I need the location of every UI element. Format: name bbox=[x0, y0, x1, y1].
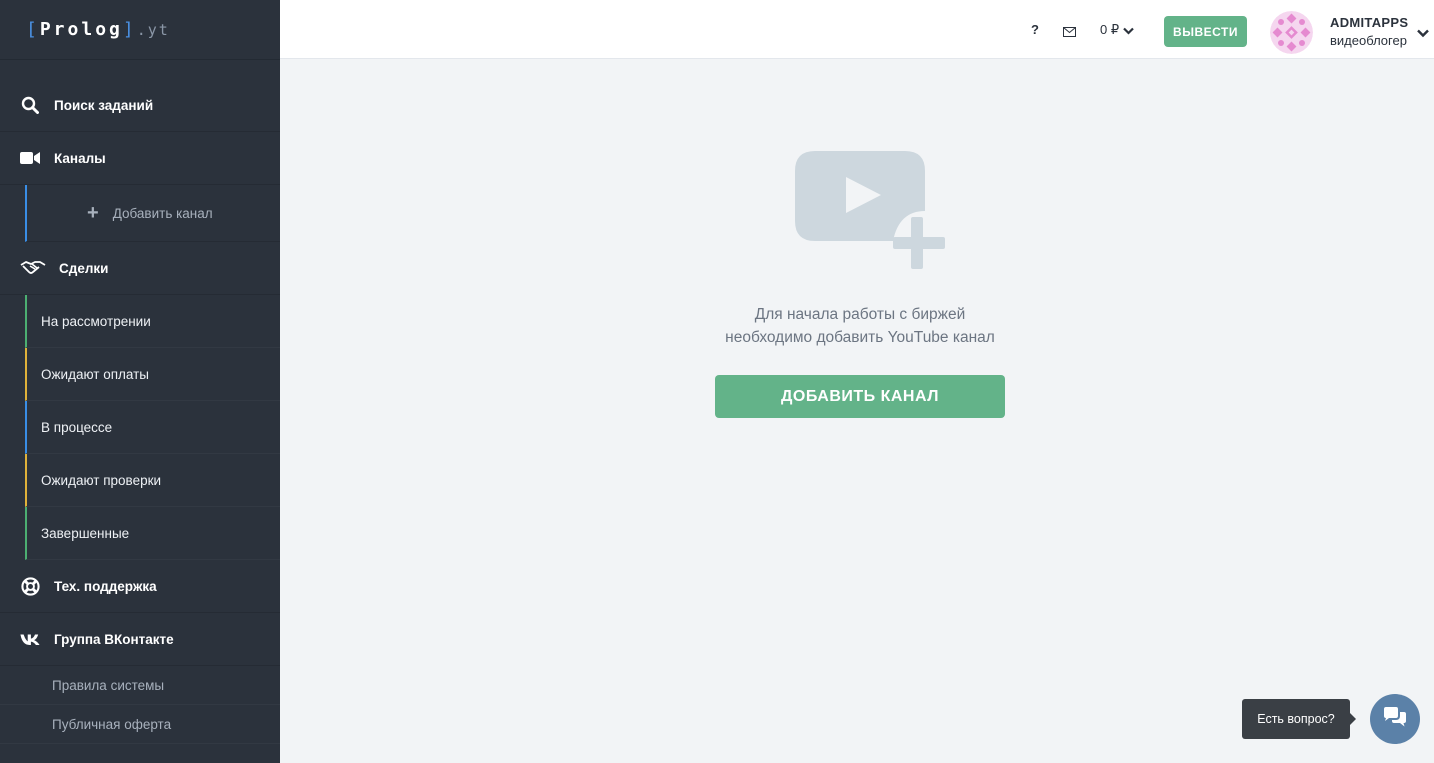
deal-status-in-review[interactable]: На рассмотрении bbox=[25, 295, 280, 348]
sidebar-item-label: Поиск заданий bbox=[54, 97, 154, 113]
chevron-down-icon[interactable] bbox=[1417, 25, 1429, 43]
sidebar-item-label: Каналы bbox=[54, 150, 106, 166]
footer-link-rules[interactable]: Правила системы bbox=[0, 666, 280, 705]
empty-state-message: Для начала работы с биржей необходимо до… bbox=[660, 303, 1060, 349]
message-line-1: Для начала работы с биржей bbox=[754, 306, 966, 323]
balance-value: 0 ₽ bbox=[1100, 22, 1120, 37]
logo-suffix: .yt bbox=[136, 20, 170, 39]
sidebar-item-support[interactable]: Тех. поддержка bbox=[0, 560, 280, 613]
deal-status-label: Завершенные bbox=[41, 525, 130, 541]
sidebar: [Prolog] .yt Поиск заданий Каналы + Добав… bbox=[0, 0, 280, 763]
deal-status-label: На рассмотрении bbox=[41, 313, 151, 329]
logo-bracket-close: ] bbox=[122, 19, 137, 40]
deal-status-awaiting-review[interactable]: Ожидают проверки bbox=[25, 454, 280, 507]
add-video-icon bbox=[795, 151, 947, 276]
deal-status-in-progress[interactable]: В процессе bbox=[25, 401, 280, 454]
avatar[interactable] bbox=[1270, 11, 1313, 54]
deal-status-completed[interactable]: Завершенные bbox=[25, 507, 280, 560]
sidebar-item-label: Сделки bbox=[59, 260, 109, 276]
vk-icon bbox=[20, 629, 40, 649]
plus-icon: + bbox=[87, 201, 99, 224]
deal-status-label: Ожидают оплаты bbox=[41, 366, 150, 382]
logo[interactable]: [Prolog] .yt bbox=[0, 0, 280, 59]
help-button[interactable]: ? bbox=[1031, 22, 1039, 37]
sidebar-nav: Поиск заданий Каналы + Добавить канал Сд… bbox=[0, 79, 280, 744]
handshake-icon bbox=[20, 258, 46, 278]
logo-word: Prolog bbox=[39, 19, 123, 40]
top-header: ? 0 ₽ ВЫВЕСТИ ADMITAPPS видеоблогер bbox=[280, 0, 1434, 59]
withdraw-button[interactable]: ВЫВЕСТИ bbox=[1164, 16, 1247, 47]
user-info[interactable]: ADMITAPPS видеоблогер bbox=[1330, 15, 1408, 48]
deal-status-label: Ожидают проверки bbox=[41, 472, 162, 488]
username: ADMITAPPS bbox=[1330, 15, 1409, 30]
chevron-down-icon bbox=[1123, 23, 1134, 38]
sidebar-item-label: Группа ВКонтакте bbox=[54, 631, 174, 647]
mail-icon[interactable] bbox=[1063, 24, 1076, 37]
message-line-2: необходимо добавить YouTube канал bbox=[725, 329, 995, 346]
footer-link-offer[interactable]: Публичная оферта bbox=[0, 705, 280, 744]
lifebuoy-icon bbox=[20, 576, 40, 596]
chat-button[interactable] bbox=[1370, 694, 1420, 744]
logo-bracket-open: [ bbox=[26, 19, 40, 40]
chat-icon bbox=[1382, 706, 1408, 733]
balance-dropdown[interactable]: 0 ₽ bbox=[1100, 22, 1134, 38]
footer-link-label: Публичная оферта bbox=[52, 716, 172, 732]
sidebar-item-deals[interactable]: Сделки bbox=[0, 242, 280, 295]
deal-status-awaiting-payment[interactable]: Ожидают оплаты bbox=[25, 348, 280, 401]
add-channel-label: Добавить канал bbox=[112, 205, 213, 221]
sidebar-item-label: Тех. поддержка bbox=[54, 578, 157, 594]
add-channel-link[interactable]: + Добавить канал bbox=[25, 185, 280, 242]
sidebar-item-channels[interactable]: Каналы bbox=[0, 132, 280, 185]
main-content: Для начала работы с биржей необходимо до… bbox=[280, 60, 1434, 763]
user-role: видеоблогер bbox=[1330, 33, 1407, 48]
search-icon bbox=[20, 95, 40, 115]
sidebar-item-vk-group[interactable]: Группа ВКонтакте bbox=[0, 613, 280, 666]
chat-tooltip: Есть вопрос? bbox=[1242, 699, 1356, 739]
deal-status-label: В процессе bbox=[41, 419, 113, 435]
add-channel-button[interactable]: ДОБАВИТЬ КАНАЛ bbox=[715, 375, 1005, 418]
video-camera-icon bbox=[20, 148, 40, 168]
footer-link-label: Правила системы bbox=[52, 677, 165, 693]
sidebar-item-search[interactable]: Поиск заданий bbox=[0, 79, 280, 132]
